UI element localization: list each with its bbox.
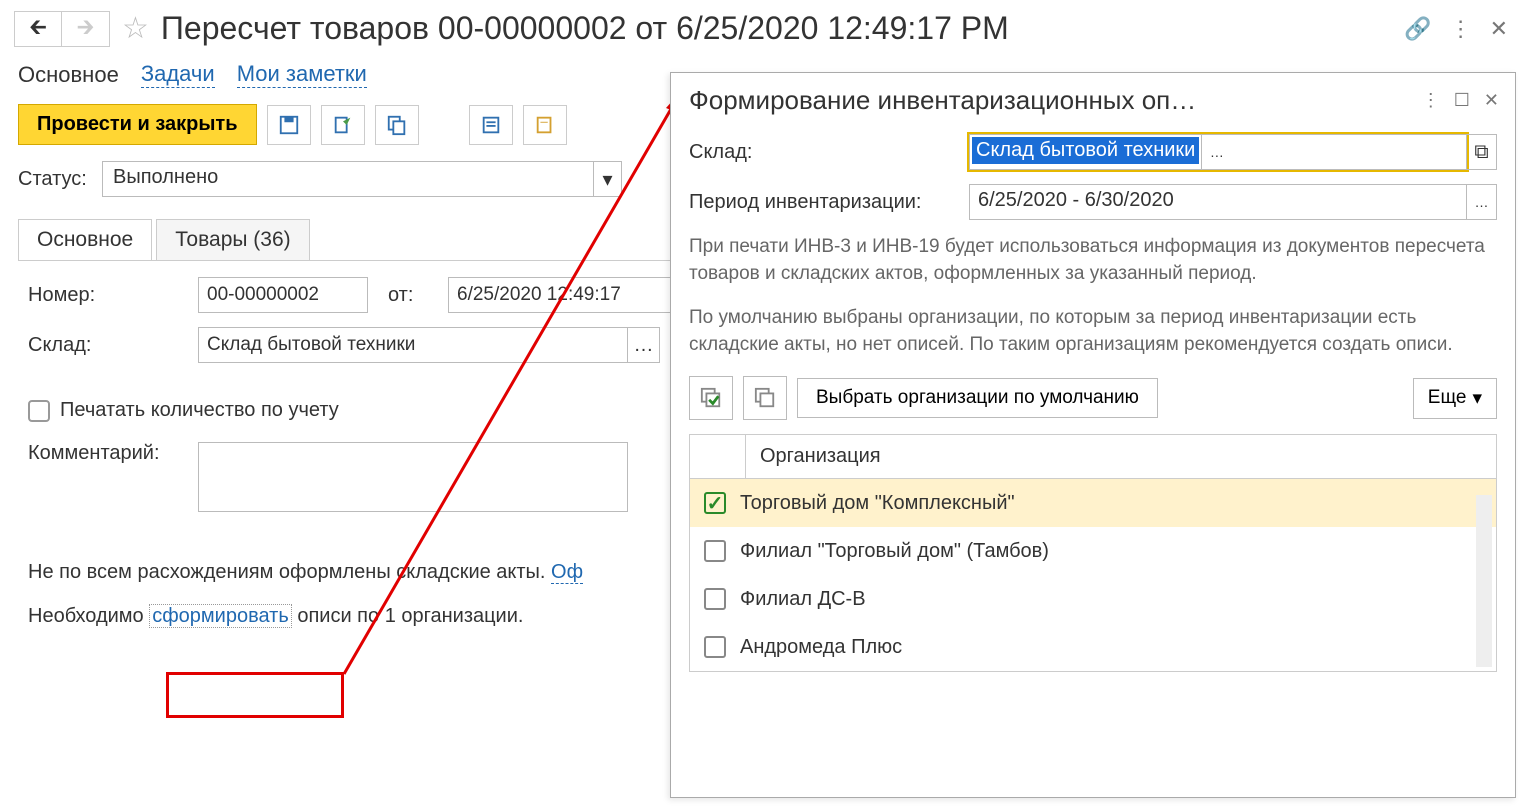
ellipsis-icon[interactable]: … bbox=[1201, 135, 1231, 169]
org-checkbox[interactable] bbox=[704, 540, 726, 562]
org-name: Торговый дом "Комплексный" bbox=[740, 492, 1015, 515]
open-external-icon[interactable]: ⧉ bbox=[1467, 134, 1497, 170]
chevron-down-icon: ▾ bbox=[1472, 387, 1482, 410]
link-icon[interactable]: 🔗 bbox=[1404, 16, 1431, 42]
dlg-warehouse-value: Склад бытовой техники bbox=[972, 137, 1199, 164]
org-name: Андромеда Плюс bbox=[740, 636, 902, 659]
highlight-box bbox=[166, 672, 344, 718]
org-table: Организация ✓ Торговый дом "Комплексный" Ф… bbox=[689, 434, 1497, 672]
submit-and-close-button[interactable]: Провести и закрыть bbox=[18, 104, 257, 145]
dialog-kebab-icon[interactable]: ⋮ bbox=[1422, 90, 1440, 111]
dlg-period-value: 6/25/2020 - 6/30/2020 bbox=[970, 185, 1466, 219]
col-organization: Организация bbox=[746, 435, 1496, 478]
select-default-orgs-button[interactable]: Выбрать организации по умолчанию bbox=[797, 378, 1158, 418]
dialog-maximize-icon[interactable]: ☐ bbox=[1454, 90, 1470, 111]
close-icon[interactable]: ✕ bbox=[1490, 16, 1508, 42]
org-checkbox[interactable]: ✓ bbox=[704, 492, 726, 514]
dlg-period-label: Период инвентаризации: bbox=[689, 191, 969, 214]
dlg-period-field[interactable]: 6/25/2020 - 6/30/2020 … bbox=[969, 184, 1497, 220]
forward-button[interactable]: 🡲 bbox=[62, 11, 110, 47]
uncheck-all-icon[interactable] bbox=[743, 376, 787, 420]
org-row[interactable]: Андромеда Плюс bbox=[690, 623, 1496, 671]
check-all-icon[interactable] bbox=[689, 376, 733, 420]
org-row[interactable]: ✓ Торговый дом "Комплексный" bbox=[690, 479, 1496, 527]
status-label: Статус: bbox=[18, 168, 88, 191]
warehouse-label: Склад: bbox=[28, 334, 178, 357]
number-label: Номер: bbox=[28, 284, 178, 307]
kebab-menu-icon[interactable]: ⋮ bbox=[1450, 16, 1472, 42]
doc-tab-main[interactable]: Основное bbox=[18, 219, 152, 260]
annotation-arrow bbox=[340, 82, 700, 682]
print-qty-label: Печатать количество по учету bbox=[60, 399, 339, 422]
dlg-info-2: По умолчанию выбраны организации, по кот… bbox=[689, 305, 1497, 358]
org-row[interactable]: Филиал ДС-В bbox=[690, 575, 1496, 623]
org-checkbox[interactable] bbox=[704, 588, 726, 610]
dlg-info-1: При печати ИНВ-3 и ИНВ-19 будет использо… bbox=[689, 234, 1497, 287]
tab-main[interactable]: Основное bbox=[18, 62, 119, 88]
more-button[interactable]: Еще ▾ bbox=[1413, 378, 1497, 419]
ellipsis-icon[interactable]: … bbox=[1466, 185, 1496, 219]
back-button[interactable]: 🡰 bbox=[14, 11, 62, 47]
favorite-star-icon[interactable]: ☆ bbox=[122, 11, 149, 46]
print-qty-checkbox[interactable] bbox=[28, 400, 50, 422]
tab-tasks[interactable]: Задачи bbox=[141, 61, 215, 88]
save-icon[interactable] bbox=[267, 105, 311, 145]
scrollbar[interactable] bbox=[1476, 495, 1492, 667]
comment-label: Комментарий: bbox=[28, 442, 178, 465]
generate-link[interactable]: сформировать bbox=[149, 604, 292, 628]
dialog-title: Формирование инвентаризационных оп… bbox=[689, 85, 1408, 116]
inventory-dialog: Формирование инвентаризационных оп… ⋮ ☐ … bbox=[670, 72, 1516, 798]
dlg-warehouse-label: Склад: bbox=[689, 141, 969, 164]
page-title: Пересчет товаров 00-00000002 от 6/25/202… bbox=[161, 10, 1009, 47]
org-name: Филиал ДС-В bbox=[740, 588, 866, 611]
info-text-2a: Необходимо bbox=[28, 605, 149, 627]
org-name: Филиал "Торговый дом" (Тамбов) bbox=[740, 540, 1049, 563]
org-checkbox[interactable] bbox=[704, 636, 726, 658]
dlg-warehouse-field[interactable]: Склад бытовой техники … bbox=[969, 134, 1467, 170]
doc-tab-goods[interactable]: Товары (36) bbox=[156, 219, 309, 260]
org-row[interactable]: Филиал "Торговый дом" (Тамбов) bbox=[690, 527, 1496, 575]
dialog-close-icon[interactable]: ✕ bbox=[1484, 90, 1499, 111]
